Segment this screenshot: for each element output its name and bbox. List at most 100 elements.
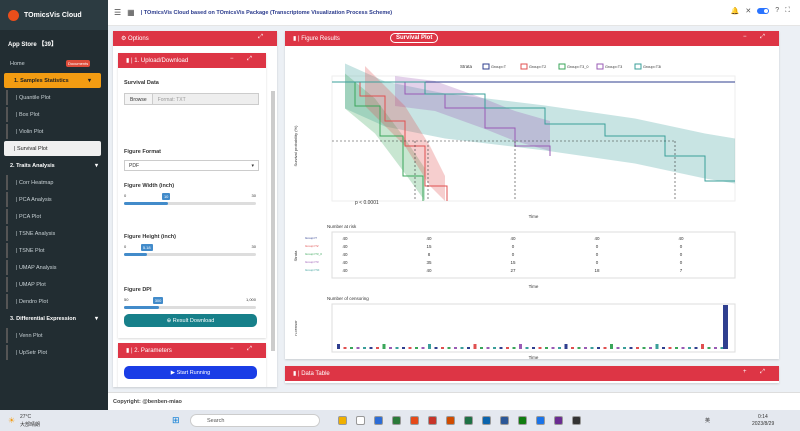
sidebar-item-2[interactable]: | Quantile Plot	[6, 90, 108, 105]
start-running-button[interactable]: ▶ Start Running	[124, 366, 257, 379]
sidebar-item-3[interactable]: | Box Plot	[6, 107, 108, 122]
sidebar-item-5[interactable]: | Survival Plot	[4, 141, 101, 156]
footer: Copyright: @benben-miao	[108, 392, 800, 410]
censor-bar	[376, 347, 379, 349]
taskbar-app-icon[interactable]	[554, 416, 563, 425]
expand-icon[interactable]: ⤢	[258, 34, 269, 41]
taskbar-app-icon[interactable]	[536, 416, 545, 425]
result-download-button[interactable]: ⊕ Result Download	[124, 314, 257, 327]
censor-bar	[597, 347, 600, 349]
taskbar-app-icon[interactable]	[392, 416, 401, 425]
legend-swatch	[596, 63, 604, 70]
chevron-down-icon: ▾	[87, 78, 91, 84]
sidebar-item-17[interactable]: | UpSetr Plot	[6, 345, 108, 360]
risk-cell: 40	[342, 268, 348, 273]
file-input[interactable]: Browse Format: TXT	[124, 93, 259, 105]
taskbar-app-icon[interactable]	[410, 416, 419, 425]
censor-bar	[350, 347, 353, 349]
taskbar-app-icon[interactable]	[482, 416, 491, 425]
sidebar-item-13[interactable]: | UMAP Plot	[6, 277, 108, 292]
plot-tag: Survival Plot	[390, 33, 439, 43]
taskbar-app-icon[interactable]	[356, 416, 365, 425]
options-header: ⚙ Options ⤢	[113, 31, 277, 46]
sidebar-item-6[interactable]: 2. Traits Analysis ▾	[0, 158, 108, 173]
options-scrollbar[interactable]	[271, 91, 275, 351]
sidebar-item-16[interactable]: | Venn Plot	[6, 328, 108, 343]
censor-bar	[723, 305, 728, 349]
risk-y-label: Strata	[293, 250, 298, 261]
dpi-handle[interactable]: 300	[152, 297, 164, 304]
risk-cell: 40	[342, 244, 348, 249]
sidebar-item-15[interactable]: 3. Differential Expression ▾	[0, 311, 108, 326]
censor-bar	[512, 347, 516, 349]
risk-cell: 40	[426, 236, 432, 241]
collapse-icon[interactable]: − ⤢	[230, 346, 258, 353]
censor-bar	[493, 347, 496, 349]
menu-toggle-icon[interactable]: ☰	[114, 8, 121, 17]
dark-mode-toggle[interactable]	[757, 8, 770, 14]
taskbar-app-icon[interactable]	[500, 416, 509, 425]
censor-bar	[395, 347, 399, 349]
survival-plot: Strata Group=T Group=T2 Group=T3_0 Group=T3 G…	[293, 63, 736, 359]
width-slider[interactable]: 0 30 10	[124, 191, 256, 211]
collapse-icon[interactable]: − ⤢	[743, 34, 771, 41]
collapse-icon[interactable]: − ⤢	[230, 56, 258, 63]
bell-icon[interactable]: 🔔	[731, 7, 740, 15]
sidebar-item-9[interactable]: | PCA Plot	[6, 209, 108, 224]
top-bar: ☰ ▦ | TOmicsVis Cloud based on TOmicsVis…	[108, 0, 800, 26]
sidebar-item-12[interactable]: | UMAP Analysis	[6, 260, 108, 275]
height-handle[interactable]: 5.18	[140, 244, 153, 251]
censor-bar	[467, 347, 470, 349]
taskbar-app-icon[interactable]	[338, 416, 347, 425]
sidebar-item-14[interactable]: | Dendro Plot	[6, 294, 108, 309]
censor-bar	[681, 347, 685, 349]
weather-icon: ☀	[8, 416, 16, 425]
censor-bar	[343, 347, 347, 349]
app-logo[interactable]: TOmicsVis Cloud	[0, 0, 108, 30]
sidebar-item-8[interactable]: | PCA Analysis	[6, 192, 108, 207]
censor-bar	[525, 347, 529, 349]
sidebar-item-4[interactable]: | Violin Plot	[6, 124, 108, 139]
censor-bar	[564, 344, 568, 349]
sidebar-item-1[interactable]: 1. Samples Statistics ▾	[4, 73, 101, 88]
taskbar-search[interactable]: Search	[190, 414, 320, 427]
taskbar-app-icon[interactable]	[464, 416, 473, 425]
censor-bar	[382, 344, 386, 349]
risk-strata-label: Group=T3	[305, 260, 319, 264]
sidebar-item-7[interactable]: | Corr Heatmap	[6, 175, 108, 190]
help-icon[interactable]: ?	[775, 7, 779, 15]
sidebar-item-0[interactable]: Home Documents	[0, 56, 108, 71]
sidebar-item-11[interactable]: | TSNE Plot	[6, 243, 108, 258]
censor-bar	[363, 347, 366, 349]
legend-item: Group=T2	[529, 65, 546, 69]
risk-cell: 40	[678, 236, 684, 241]
censor-bar	[616, 347, 620, 349]
calendar-icon[interactable]: ▦	[127, 8, 135, 17]
taskbar-app-icon[interactable]	[428, 416, 437, 425]
taskbar-app-icon[interactable]	[572, 416, 581, 425]
home-badge[interactable]: Documents	[66, 60, 91, 67]
taskbar-app-icon[interactable]	[374, 416, 383, 425]
taskbar-app-icon[interactable]	[518, 416, 527, 425]
clock-date: 2023/8/29	[752, 421, 775, 427]
risk-table-title: Number at risk	[327, 224, 357, 229]
dpi-slider[interactable]: 50 1,000 300	[124, 295, 256, 315]
figure-format-select[interactable]: PDF ▾	[124, 160, 259, 171]
censor-bar	[558, 347, 561, 349]
censor-bar	[356, 347, 360, 349]
width-handle[interactable]: 10	[161, 193, 171, 200]
data-table-header: ▮ | Data Table + ⤢	[285, 366, 779, 381]
expand-icon[interactable]: + ⤢	[743, 369, 771, 376]
browse-button[interactable]: Browse	[125, 94, 153, 104]
options-icon: ⚙	[121, 36, 129, 42]
height-slider[interactable]: 0 30 5.18	[124, 242, 256, 262]
sidebar-item-10[interactable]: | TSNE Analysis	[6, 226, 108, 241]
height-label: Figure Height (inch)	[124, 234, 176, 240]
risk-cell: 40	[342, 252, 348, 257]
language-indicator[interactable]: 英	[705, 417, 710, 424]
censor-bar	[480, 347, 483, 349]
fullscreen-icon[interactable]: ⛶	[785, 7, 790, 15]
taskbar-app-icon[interactable]	[446, 416, 455, 425]
expand-icon[interactable]: ✕	[745, 7, 751, 15]
windows-start-icon[interactable]: ⊞	[172, 415, 180, 426]
